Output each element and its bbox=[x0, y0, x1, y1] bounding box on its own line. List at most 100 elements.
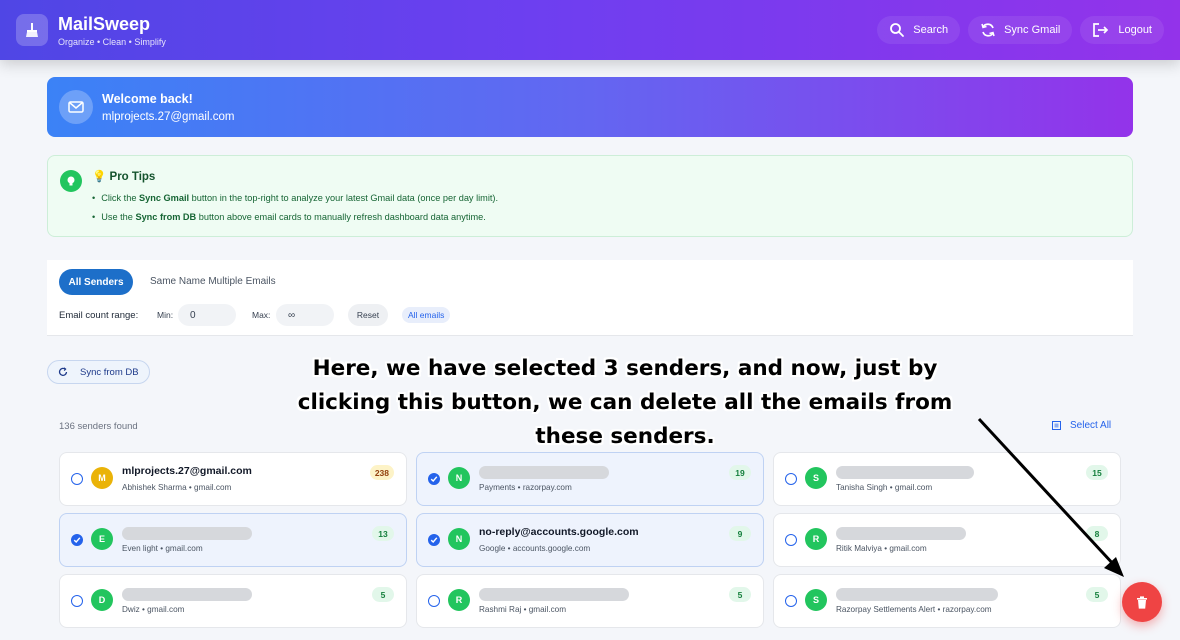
brand-name: MailSweep bbox=[58, 13, 151, 34]
avatar: R bbox=[805, 528, 827, 550]
select-all-label: Select All bbox=[1070, 420, 1112, 431]
logout-label: Logout bbox=[1118, 24, 1152, 36]
filter-panel: All Senders Same Name Multiple Emails Em… bbox=[47, 260, 1133, 336]
avatar: D bbox=[91, 589, 113, 611]
min-label: Min: bbox=[157, 310, 174, 320]
email-count-badge: 5 bbox=[372, 587, 394, 602]
sync-from-db-button[interactable]: Sync from DB bbox=[47, 360, 150, 384]
sender-meta: Abhishek Sharma • gmail.com bbox=[122, 483, 232, 492]
check-icon bbox=[430, 537, 438, 544]
select-checkbox[interactable] bbox=[428, 595, 440, 607]
email-count-badge: 5 bbox=[729, 587, 751, 602]
sync-from-db-label: Sync from DB bbox=[80, 366, 139, 378]
filter-chip: All emails bbox=[402, 307, 451, 323]
redacted-sender-name bbox=[836, 466, 974, 479]
check-icon bbox=[73, 537, 81, 544]
select-checkbox[interactable] bbox=[428, 534, 440, 546]
welcome-email: mlprojects.27@gmail.com bbox=[102, 110, 235, 123]
sender-meta: Tanisha Singh • gmail.com bbox=[836, 483, 933, 492]
avatar: R bbox=[448, 589, 470, 611]
search-button[interactable]: Search bbox=[877, 16, 961, 44]
mail-icon bbox=[59, 90, 93, 124]
sender-meta: Dwiz • gmail.com bbox=[122, 605, 185, 614]
select-checkbox[interactable] bbox=[71, 595, 83, 607]
redacted-sender-name bbox=[836, 527, 966, 540]
search-icon bbox=[890, 23, 905, 37]
delete-selected-button[interactable] bbox=[1122, 582, 1162, 622]
avatar: M bbox=[91, 467, 113, 489]
broom-icon bbox=[16, 14, 48, 46]
sync-gmail-button[interactable]: Sync Gmail bbox=[968, 16, 1073, 44]
pro-tips-panel: 💡 Pro Tips Click the Sync Gmail button i… bbox=[47, 155, 1133, 237]
tip-item: Click the Sync Gmail button in the top-r… bbox=[92, 193, 498, 203]
tip-item: Use the Sync from DB button above email … bbox=[92, 212, 498, 222]
email-count-badge: 8 bbox=[1086, 526, 1108, 541]
welcome-banner: Welcome back! mlprojects.27@gmail.com bbox=[47, 77, 1133, 137]
sender-card[interactable]: R Ritik Malviya • gmail.com 8 bbox=[773, 513, 1121, 567]
email-count-badge: 19 bbox=[729, 465, 751, 480]
brand: MailSweep Organize • Clean • Simplify bbox=[58, 14, 166, 47]
avatar: N bbox=[448, 467, 470, 489]
sender-email: mlprojects.27@gmail.com bbox=[122, 465, 252, 477]
sender-meta: Ritik Malviya • gmail.com bbox=[836, 544, 927, 553]
sender-card[interactable]: S Tanisha Singh • gmail.com 15 bbox=[773, 452, 1121, 506]
max-input[interactable]: ∞ bbox=[276, 304, 334, 326]
senders-found-count: 136 senders found bbox=[59, 421, 138, 432]
avatar: N bbox=[448, 528, 470, 550]
select-checkbox[interactable] bbox=[785, 473, 797, 485]
redacted-sender-name bbox=[479, 588, 629, 601]
sync-icon bbox=[981, 23, 995, 37]
pro-tips-title: 💡 Pro Tips bbox=[92, 171, 156, 183]
min-input[interactable]: 0 bbox=[178, 304, 236, 326]
select-checkbox[interactable] bbox=[71, 473, 83, 485]
lightbulb-emoji-icon: 💡 bbox=[92, 171, 107, 183]
select-checkbox[interactable] bbox=[428, 473, 440, 485]
sender-card[interactable]: E Even light • gmail.com 13 bbox=[59, 513, 407, 567]
logout-icon bbox=[1093, 23, 1109, 37]
redacted-sender-name bbox=[122, 527, 252, 540]
reset-button[interactable]: Reset bbox=[348, 304, 388, 326]
sender-card[interactable]: Mmlprojects.27@gmail.com Abhishek Sharma … bbox=[59, 452, 407, 506]
email-count-badge: 9 bbox=[729, 526, 751, 541]
select-all-button[interactable]: Select All bbox=[1052, 420, 1111, 431]
refresh-icon bbox=[58, 367, 68, 376]
sender-meta: Rashmi Raj • gmail.com bbox=[479, 605, 567, 614]
logout-button[interactable]: Logout bbox=[1080, 16, 1164, 44]
sender-card[interactable]: D Dwiz • gmail.com 5 bbox=[59, 574, 407, 628]
app-header: MailSweep Organize • Clean • Simplify Se… bbox=[0, 0, 1180, 60]
redacted-sender-name bbox=[122, 588, 252, 601]
tutorial-annotation: Here, we have selected 3 senders, and no… bbox=[297, 356, 953, 449]
lightbulb-icon bbox=[60, 170, 82, 192]
select-checkbox[interactable] bbox=[785, 534, 797, 546]
header-actions: Search Sync Gmail Logout bbox=[877, 16, 1164, 44]
avatar: S bbox=[805, 589, 827, 611]
welcome-text: Welcome back! mlprojects.27@gmail.com bbox=[102, 92, 234, 123]
trash-icon bbox=[1137, 595, 1147, 609]
check-icon bbox=[430, 476, 438, 483]
select-checkbox[interactable] bbox=[785, 595, 797, 607]
sender-card[interactable]: S Razorpay Settlements Alert • razorpay.c… bbox=[773, 574, 1121, 628]
welcome-title: Welcome back! bbox=[102, 91, 193, 106]
email-count-badge: 238 bbox=[369, 465, 394, 480]
brand-tagline: Organize • Clean • Simplify bbox=[58, 36, 166, 47]
pro-tips-list: Click the Sync Gmail button in the top-r… bbox=[92, 193, 498, 231]
email-count-badge: 13 bbox=[372, 526, 394, 541]
max-label: Max: bbox=[252, 310, 271, 320]
avatar: S bbox=[805, 467, 827, 489]
sender-email: no-reply@accounts.google.com bbox=[479, 526, 639, 538]
sender-card[interactable]: Nno-reply@accounts.google.com Google • ac… bbox=[416, 513, 764, 567]
sender-card[interactable]: N Payments • razorpay.com 19 bbox=[416, 452, 764, 506]
select-all-icon bbox=[1052, 421, 1061, 430]
sender-meta: Payments • razorpay.com bbox=[479, 483, 572, 492]
avatar: E bbox=[91, 528, 113, 550]
email-count-badge: 5 bbox=[1086, 587, 1108, 602]
sync-gmail-label: Sync Gmail bbox=[1004, 24, 1061, 36]
select-checkbox[interactable] bbox=[71, 534, 83, 546]
tab-same-name-multiple-emails[interactable]: Same Name Multiple Emails bbox=[150, 276, 276, 287]
sender-meta: Google • accounts.google.com bbox=[479, 544, 591, 553]
sender-meta: Even light • gmail.com bbox=[122, 544, 203, 553]
tab-all-senders[interactable]: All Senders bbox=[59, 269, 133, 295]
redacted-sender-name bbox=[479, 466, 609, 479]
sender-card[interactable]: R Rashmi Raj • gmail.com 5 bbox=[416, 574, 764, 628]
email-count-range-label: Email count range: bbox=[59, 310, 139, 321]
